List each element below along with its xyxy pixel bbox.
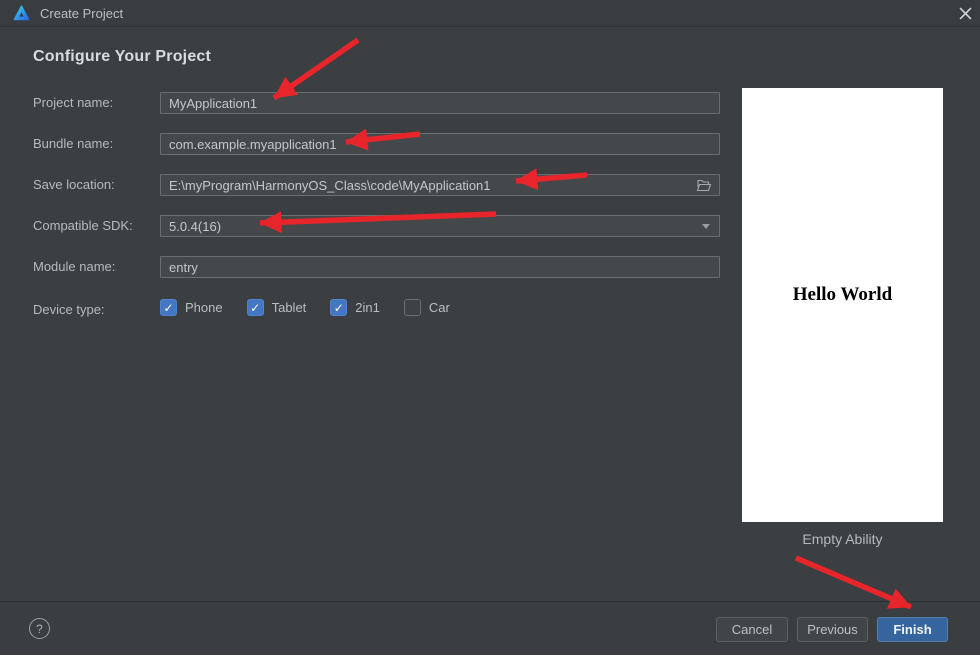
close-icon: [959, 7, 971, 20]
compatible-sdk-select[interactable]: 5.0.4(16): [160, 215, 720, 237]
ability-preview-screen: Hello World: [742, 88, 943, 522]
device-type-label: Device type:: [33, 302, 105, 317]
checkbox-checked-icon[interactable]: ✓: [160, 299, 177, 316]
project-name-label: Project name:: [33, 95, 114, 110]
project-name-input[interactable]: MyApplication1: [160, 92, 720, 114]
deveco-studio-logo-icon: [13, 5, 30, 21]
checkbox-checked-icon[interactable]: ✓: [330, 299, 348, 316]
finish-button[interactable]: Finish: [877, 617, 948, 642]
window-title: Create Project: [40, 6, 124, 21]
compatible-sdk-value: 5.0.4(16): [169, 218, 222, 234]
save-location-input[interactable]: E:\myProgram\HarmonyOS_Class\code\MyAppl…: [160, 174, 720, 196]
previous-button[interactable]: Previous: [797, 617, 868, 642]
device-type-option-label: 2in1: [355, 300, 380, 315]
open-folder-icon[interactable]: [696, 178, 712, 192]
page-title: Configure Your Project: [33, 48, 212, 65]
device-type-option-label: Phone: [185, 300, 223, 315]
device-type-option-car[interactable]: ✓ Car: [403, 299, 450, 316]
annotation-arrow: [794, 555, 913, 610]
device-type-option-tablet[interactable]: ✓ Tablet: [246, 299, 307, 316]
device-type-option-label: Tablet: [271, 300, 307, 315]
title-bar: Create Project: [0, 0, 980, 27]
module-name-input[interactable]: entry: [160, 256, 720, 278]
device-type-options: ✓ Phone ✓ Tablet ✓ 2in1 ✓ Car: [160, 299, 450, 316]
chevron-down-icon[interactable]: [702, 224, 710, 229]
bundle-name-label: Bundle name:: [33, 136, 114, 151]
close-button[interactable]: [950, 0, 980, 27]
checkbox-unchecked-icon[interactable]: ✓: [403, 299, 421, 316]
device-type-option-label: Car: [428, 300, 450, 315]
device-type-option-phone[interactable]: ✓ Phone: [160, 299, 223, 316]
save-location-value: E:\myProgram\HarmonyOS_Class\code\MyAppl…: [169, 177, 491, 193]
module-name-value: entry: [169, 259, 198, 275]
module-name-label: Module name:: [33, 259, 116, 274]
preview-hello-world-text: Hello World: [792, 284, 893, 305]
device-type-option-2in1[interactable]: ✓ 2in1: [330, 299, 380, 316]
bundle-name-value: com.example.myapplication1: [169, 136, 337, 152]
annotation-arrow: [272, 37, 360, 101]
project-name-value: MyApplication1: [169, 95, 258, 111]
ability-template-caption: Empty Ability: [802, 531, 883, 547]
checkbox-checked-icon[interactable]: ✓: [246, 299, 264, 316]
dialog-footer: ? Cancel Previous Finish: [0, 601, 980, 655]
compatible-sdk-label: Compatible SDK:: [33, 218, 133, 233]
help-icon[interactable]: ?: [29, 618, 50, 639]
save-location-label: Save location:: [33, 177, 115, 192]
create-project-dialog: Create Project Configure Your Project Pr…: [0, 0, 980, 655]
cancel-button[interactable]: Cancel: [716, 617, 788, 642]
bundle-name-input[interactable]: com.example.myapplication1: [160, 133, 720, 155]
